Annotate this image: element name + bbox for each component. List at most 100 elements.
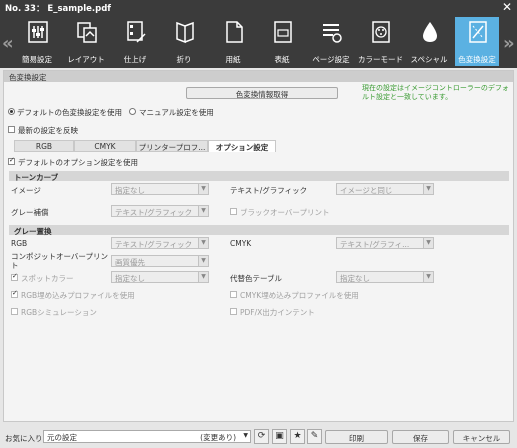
tab-options[interactable]: オプション設定 xyxy=(208,140,276,152)
spot-color-label: スポットカラー xyxy=(21,274,74,283)
get-color-info-button[interactable]: 色変換情報取得 xyxy=(186,87,338,99)
spot-color-value: 指定なし xyxy=(115,274,145,283)
favorites-value: 元の設定 xyxy=(47,433,77,442)
substitute-table-value: 指定なし xyxy=(340,274,370,283)
title-bar: No. 33： E_sample.pdf ✕ xyxy=(0,0,517,15)
manual-settings-radio[interactable] xyxy=(129,108,136,115)
composite-overprint-label: コンポジットオーバープリント xyxy=(11,252,108,270)
toolbar-label: レイアウト xyxy=(67,55,105,64)
special-icon xyxy=(423,22,437,42)
gray-rgb-select[interactable]: テキスト/グラフィック ▼ xyxy=(111,237,209,249)
toolbar-basic-settings[interactable]: 簡易設定 xyxy=(15,17,59,66)
gray-replace-section: グレー置換 xyxy=(9,225,509,236)
function-toolbar: « » 簡易設定 レイアウト 仕上げ 折り 用紙 表紙 ページ設定 カラーモード… xyxy=(0,15,517,68)
toolbar-label: 折り xyxy=(176,55,192,64)
cover-icon xyxy=(274,21,292,43)
pdfx-intent-checkbox[interactable] xyxy=(230,308,237,315)
substitute-table-select[interactable]: 指定なし ▼ xyxy=(336,271,434,283)
gray-rgb-value: テキスト/グラフィック xyxy=(115,240,193,249)
spot-color-select[interactable]: 指定なし ▼ xyxy=(111,271,209,283)
favorites-label: お気に入り xyxy=(5,434,43,443)
composite-overprint-value: 画質優先 xyxy=(115,258,145,267)
save-favorite-icon[interactable]: ▣ xyxy=(272,429,287,444)
text-graphic-label: テキスト/グラフィック xyxy=(230,186,308,195)
cancel-button[interactable]: キャンセル xyxy=(453,430,510,444)
panel-header: 色変換設定 xyxy=(4,71,513,82)
chevron-down-icon: ▼ xyxy=(243,432,248,439)
toolbar-paper[interactable]: 用紙 xyxy=(211,17,255,66)
toolbar-label: スペシャル xyxy=(410,55,448,64)
favorites-state: (変更あり) xyxy=(200,433,236,442)
black-overprint-checkbox[interactable] xyxy=(230,208,237,215)
toolbar-fold[interactable]: 折り xyxy=(162,17,206,66)
rgb-embedded-label: RGB埋め込みプロファイルを使用 xyxy=(21,291,135,300)
text-graphic-tone-select[interactable]: イメージと同じ ▼ xyxy=(336,183,434,195)
use-default-options-label: デフォルトのオプション設定を使用 xyxy=(18,158,138,167)
color-mode-icon xyxy=(372,21,390,43)
reflect-latest-checkbox[interactable] xyxy=(8,126,15,133)
spot-color-checkbox[interactable] xyxy=(11,272,18,281)
toolbar-page-settings[interactable]: ページ設定 xyxy=(309,17,353,66)
basic-settings-icon xyxy=(28,21,48,43)
save-button[interactable]: 保存 xyxy=(392,430,449,444)
chevron-down-icon: ▼ xyxy=(198,206,208,216)
manual-settings-label: マニュアル設定を使用 xyxy=(139,108,214,117)
default-settings-label: デフォルトの色変換設定を使用 xyxy=(17,108,122,117)
toolbar-label: 用紙 xyxy=(225,55,241,64)
toolbar-label: 表紙 xyxy=(274,55,290,64)
chevron-down-icon: ▼ xyxy=(198,184,208,194)
image-tone-value: 指定なし xyxy=(115,186,145,195)
scroll-right-icon[interactable]: » xyxy=(503,33,515,54)
favorite-star-icon[interactable]: ★ xyxy=(290,429,305,444)
toolbar-finishing[interactable]: 仕上げ xyxy=(113,17,157,66)
reflect-latest-label: 最新の設定を反映 xyxy=(18,126,78,135)
toolbar-label: 簡易設定 xyxy=(22,55,52,64)
image-tone-select[interactable]: 指定なし ▼ xyxy=(111,183,209,195)
rgb-simulation-checkbox[interactable] xyxy=(11,308,18,315)
close-icon[interactable]: ✕ xyxy=(502,0,512,14)
gray-compensation-select[interactable]: テキスト/グラフィック ▼ xyxy=(111,205,209,217)
gray-rgb-label: RGB xyxy=(11,239,28,248)
toolbar-color-conversion[interactable]: 色変換設定 xyxy=(455,17,499,66)
pdfx-intent-label: PDF/X出力インテント xyxy=(240,308,315,317)
toolbar-color-mode[interactable]: カラーモード xyxy=(358,17,403,66)
gray-compensation-value: テキスト/グラフィック xyxy=(115,208,193,217)
substitute-table-label: 代替色テーブル xyxy=(230,274,283,283)
settings-note: 現在の設定はイメージコントローラーのデフォルト設定と一致しています。 xyxy=(362,84,509,101)
toolbar-label: 仕上げ xyxy=(123,55,147,64)
toolbar-layout[interactable]: レイアウト xyxy=(64,17,108,66)
favorites-select[interactable]: 元の設定 (変更あり) ▼ xyxy=(43,430,251,443)
gray-cmyk-select[interactable]: テキスト/グラフィ... ▼ xyxy=(336,237,434,249)
reload-icon[interactable]: ⟳ xyxy=(254,429,269,444)
rgb-embedded-checkbox[interactable] xyxy=(11,289,18,298)
page-settings-icon xyxy=(323,24,342,43)
toolbar-cover[interactable]: 表紙 xyxy=(260,17,304,66)
black-overprint-label: ブラックオーバープリント xyxy=(240,208,330,217)
toolbar-label: ページ設定 xyxy=(312,55,350,64)
fold-icon xyxy=(176,21,194,44)
gray-cmyk-label: CMYK xyxy=(230,239,252,248)
chevron-down-icon: ▼ xyxy=(423,238,433,248)
tone-curve-section: トーンカーブ xyxy=(9,171,509,182)
print-button[interactable]: 印刷 xyxy=(325,430,388,444)
tab-cmyk[interactable]: CMYK xyxy=(74,140,136,152)
layout-icon xyxy=(77,22,97,43)
chevron-down-icon: ▼ xyxy=(198,256,208,266)
chevron-down-icon: ▼ xyxy=(198,272,208,282)
finishing-icon xyxy=(127,21,146,43)
chevron-down-icon: ▼ xyxy=(423,184,433,194)
gray-cmyk-value: テキスト/グラフィ... xyxy=(340,240,410,249)
toolbar-special[interactable]: スペシャル xyxy=(407,17,451,66)
tab-rgb[interactable]: RGB xyxy=(14,140,74,152)
paper-icon xyxy=(226,21,243,43)
bottom-bar: お気に入り 元の設定 (変更あり) ▼ ⟳ ▣ ★ ✎ 印刷 保存 キャンセル xyxy=(0,426,517,448)
default-settings-radio[interactable] xyxy=(8,108,15,115)
use-default-options-checkbox[interactable] xyxy=(8,156,15,165)
favorite-edit-icon[interactable]: ✎ xyxy=(307,429,322,444)
chevron-down-icon: ▼ xyxy=(423,272,433,282)
text-graphic-tone-value: イメージと同じ xyxy=(340,186,393,195)
cmyk-embedded-checkbox[interactable] xyxy=(230,291,237,298)
tab-printer-profile[interactable]: プリンタープロフ... xyxy=(136,140,208,152)
scroll-left-icon[interactable]: « xyxy=(2,33,14,54)
composite-overprint-select[interactable]: 画質優先 ▼ xyxy=(111,255,209,267)
